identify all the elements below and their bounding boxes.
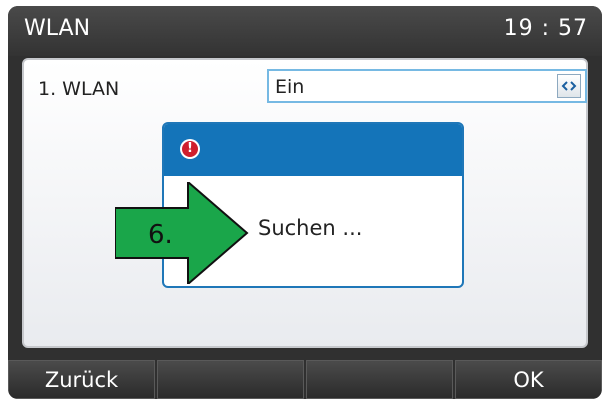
phone-screen: WLAN 19 : 57 1. WLAN Ein ! Suchen ... 6.… xyxy=(8,6,602,399)
left-right-chevron-icon[interactable] xyxy=(557,74,581,98)
clock: 19 : 57 xyxy=(503,16,588,41)
softkey-bar: Zurück OK xyxy=(8,360,602,399)
ok-softkey[interactable]: OK xyxy=(455,360,602,399)
alert-icon: ! xyxy=(180,139,200,159)
title-bar: WLAN 19 : 57 xyxy=(8,6,602,56)
page-title: WLAN xyxy=(24,16,91,41)
step-arrow-icon xyxy=(115,182,249,284)
wlan-row-label: 1. WLAN xyxy=(38,78,120,100)
softkey-2[interactable] xyxy=(157,360,304,399)
dialog-message: Suchen ... xyxy=(258,216,363,240)
wlan-select[interactable]: Ein xyxy=(267,69,587,103)
softkey-3[interactable] xyxy=(306,360,453,399)
back-softkey[interactable]: Zurück xyxy=(8,360,155,399)
wlan-select-value: Ein xyxy=(275,76,305,98)
dialog-header: ! xyxy=(164,124,462,176)
step-label: 6. xyxy=(148,220,173,250)
